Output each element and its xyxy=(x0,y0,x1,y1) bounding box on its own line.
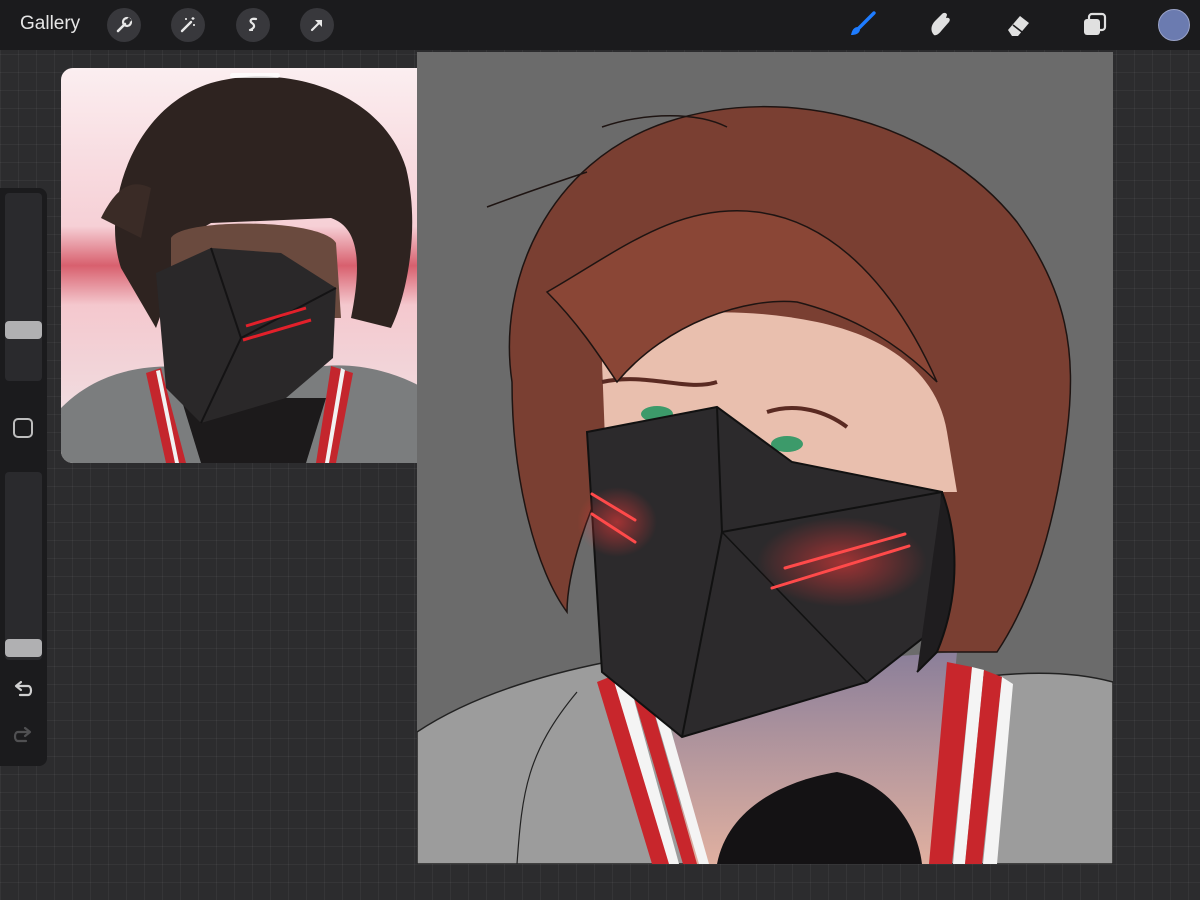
selection-button[interactable] xyxy=(236,8,270,42)
brush-icon xyxy=(851,11,876,35)
adjustments-button[interactable] xyxy=(171,8,205,42)
layers-icon xyxy=(1084,12,1107,35)
reference-drag-handle[interactable] xyxy=(230,73,280,78)
brush-size-thumb[interactable] xyxy=(5,321,42,339)
reference-photo xyxy=(61,68,449,463)
undo-icon[interactable] xyxy=(11,678,35,702)
top-toolbar: Gallery xyxy=(0,0,1200,50)
smudge-tool-button[interactable] xyxy=(921,6,959,44)
transform-button[interactable] xyxy=(300,8,334,42)
reference-window[interactable] xyxy=(61,68,449,463)
selection-icon xyxy=(248,17,258,32)
brush-tool-button[interactable] xyxy=(843,6,881,44)
layers-button[interactable] xyxy=(1076,6,1114,44)
transform-arrow-icon xyxy=(310,19,323,32)
wrench-icon xyxy=(116,16,133,33)
brush-size-slider[interactable] xyxy=(5,193,42,381)
brush-opacity-thumb[interactable] xyxy=(5,639,42,657)
gallery-button[interactable]: Gallery xyxy=(20,12,80,36)
eraser-tool-button[interactable] xyxy=(999,6,1037,44)
actions-button[interactable] xyxy=(107,8,141,42)
redo-icon[interactable] xyxy=(11,724,35,748)
modifier-square-icon[interactable] xyxy=(13,418,33,438)
drawing-canvas[interactable] xyxy=(417,52,1113,864)
magic-wand-icon xyxy=(180,17,195,33)
brush-opacity-slider[interactable] xyxy=(5,472,42,660)
smudge-icon xyxy=(931,12,950,36)
eraser-icon xyxy=(1008,16,1029,36)
left-sidebar xyxy=(0,188,47,766)
artwork-illustration xyxy=(417,106,1113,864)
color-swatch-button[interactable] xyxy=(1158,9,1190,41)
